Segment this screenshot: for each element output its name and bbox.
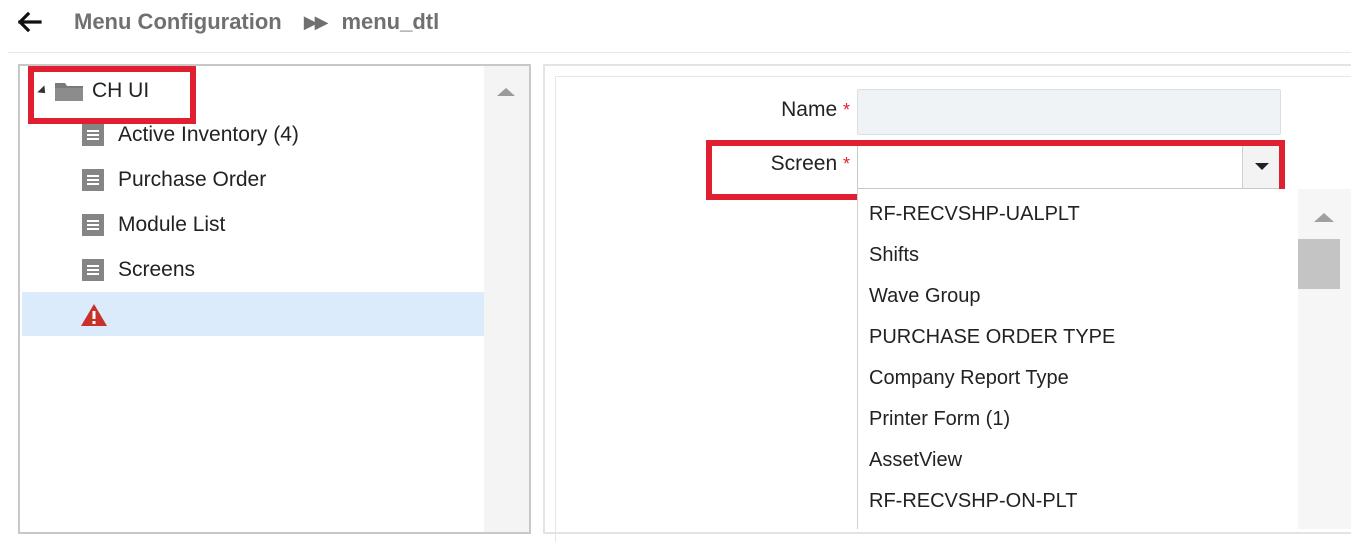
menu-tree-panel: CH UI Active Inventory (4) Purchase Orde… [18,64,531,534]
tree-scrollbar[interactable] [484,66,529,532]
scrollbar-thumb[interactable] [1298,239,1340,289]
scroll-up-icon[interactable] [1314,213,1334,222]
dropdown-option[interactable]: PURCHASE ORDER TYPE [869,317,1115,357]
name-field-label: Name * [700,98,850,122]
dropdown-option[interactable]: RF-RECVSHP-UALPLT [869,194,1080,234]
dropdown-option[interactable]: Wave Group [869,276,981,316]
tree-item-purchase-order[interactable]: Purchase Order [82,163,266,197]
dropdown-option[interactable]: AssetView [869,440,962,480]
dropdown-option[interactable]: Company Report Type [869,358,1069,398]
scroll-up-icon[interactable] [497,88,515,96]
warning-icon [81,304,107,326]
document-icon [82,169,104,191]
name-label-text: Name [781,98,838,121]
dropdown-scrollbar[interactable] [1298,189,1351,529]
breadcrumb-separator-icon: ▶▶ [303,11,329,32]
breadcrumb: Menu Configuration ▶▶ menu_dtl [18,6,439,38]
screen-dropdown-list: RF-RECVSHP-UALPLT Shifts Wave Group PURC… [857,189,1351,529]
tree-item-screens[interactable]: Screens [82,253,195,287]
tree-item-module-list[interactable]: Module List [82,208,225,242]
back-arrow-icon[interactable] [18,12,42,32]
header-divider [8,52,1351,53]
breadcrumb-current: menu_dtl [341,9,440,34]
document-icon [82,259,104,281]
tree-item-label: Screens [118,258,196,281]
tree-item-label: Purchase Order [118,168,267,191]
tree-item-label: Module List [118,213,226,236]
document-icon [82,214,104,236]
required-mark: * [842,100,850,120]
dropdown-option[interactable]: Printer Form (1) [869,399,1010,439]
breadcrumb-menu-configuration[interactable]: Menu Configuration [74,9,282,35]
tree-item-label: Active Inventory (4) [118,123,299,146]
dropdown-option[interactable]: RF-RECVSHP-ON-PLT [869,481,1078,521]
dropdown-option[interactable]: Shifts [869,235,919,275]
document-icon [82,124,104,146]
name-input[interactable] [857,89,1281,135]
highlight-box-tree-root [28,66,196,124]
